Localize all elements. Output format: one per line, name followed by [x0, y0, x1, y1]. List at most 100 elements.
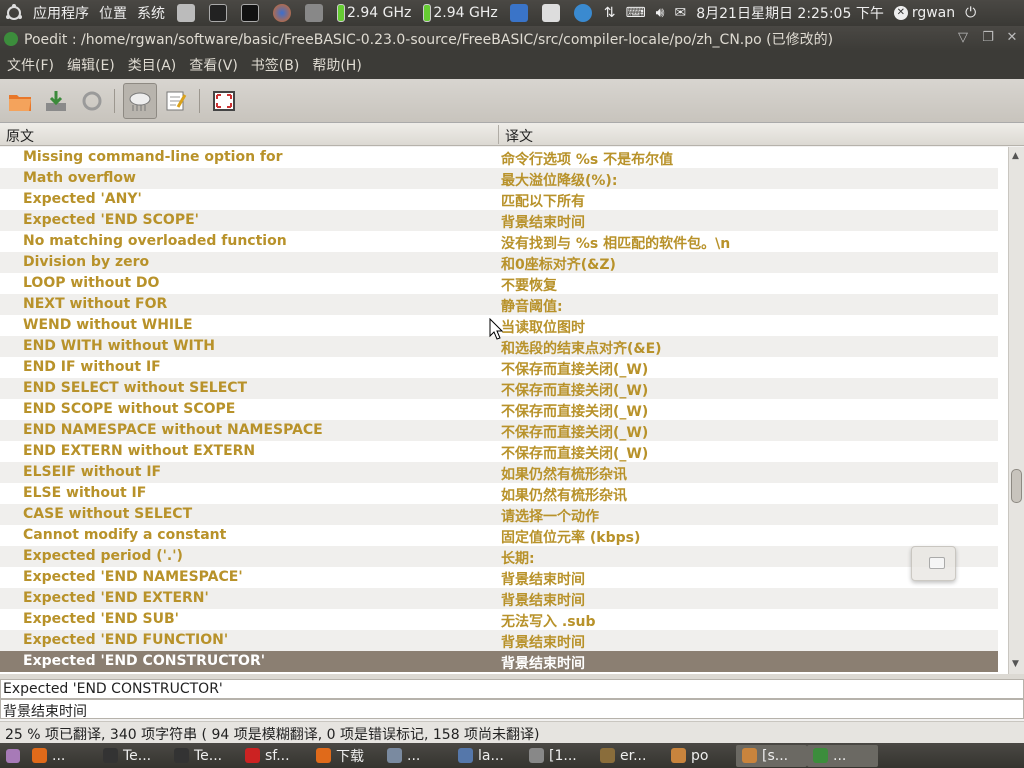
table-row[interactable]: ELSEIF without IF 如果仍然有梳形杂讯: [0, 462, 998, 483]
menu-view[interactable]: 查看(V): [182, 55, 244, 75]
fullscreen-button[interactable]: [208, 85, 240, 117]
source-string: END IF without IF: [23, 359, 161, 375]
source-string: ELSE without IF: [23, 485, 147, 501]
table-row[interactable]: END IF without IF 不保存而直接关闭(_W): [0, 357, 998, 378]
source-string: END SCOPE without SCOPE: [23, 401, 236, 417]
table-row[interactable]: LOOP without DO 不要恢复: [0, 273, 998, 294]
save-button[interactable]: [40, 85, 72, 117]
table-row[interactable]: Expected 'END SCOPE' 背景结束时间: [0, 210, 998, 231]
network-arrows-icon[interactable]: ⇅: [599, 0, 621, 26]
power-icon[interactable]: ⏻: [960, 0, 981, 26]
terminal-launcher-icon[interactable]: [202, 0, 234, 26]
translation-string: 最大溢位降级(%):: [501, 173, 618, 189]
cpu-freq-2: 2.94 GHz: [416, 0, 502, 26]
window-titlebar[interactable]: Poedit : /home/rgwan/software/basic/Free…: [0, 26, 1024, 51]
source-string: Expected 'END FUNCTION': [23, 632, 229, 648]
scroll-thumb[interactable]: [1011, 469, 1022, 503]
table-row[interactable]: Expected 'END FUNCTION' 背景结束时间: [0, 630, 998, 651]
table-row[interactable]: Expected 'END SUB' 无法写入 .sub: [0, 609, 998, 630]
taskbar-item[interactable]: ...: [26, 745, 97, 767]
mail-icon[interactable]: ✉: [670, 0, 692, 26]
table-row[interactable]: END SCOPE without SCOPE 不保存而直接关闭(_W): [0, 399, 998, 420]
table-row[interactable]: No matching overloaded function 没有找到与 %s …: [0, 231, 998, 252]
table-row[interactable]: Cannot modify a constant 固定值位元率 (kbps): [0, 525, 998, 546]
menu-applications[interactable]: 应用程序: [28, 0, 94, 26]
open-button[interactable]: [4, 85, 36, 117]
table-row[interactable]: Math overflow 最大溢位降级(%):: [0, 168, 998, 189]
taskbar-item[interactable]: 下载: [310, 745, 381, 767]
table-row[interactable]: Division by zero 和0座标对齐(&Z): [0, 252, 998, 273]
user-menu[interactable]: ✕ rgwan: [889, 0, 960, 26]
edit-note-icon: [166, 91, 187, 111]
taskbar-item[interactable]: Te...: [97, 745, 168, 767]
screenshot-launcher-icon[interactable]: [170, 0, 202, 26]
table-row[interactable]: Expected 'END CONSTRUCTOR' 背景结束时间: [0, 651, 998, 672]
menu-system[interactable]: 系统: [132, 0, 170, 26]
network-launcher-icon[interactable]: [298, 0, 330, 26]
menu-file[interactable]: 文件(F): [0, 55, 60, 75]
floating-keyboard-widget[interactable]: [911, 546, 956, 581]
taskbar-item[interactable]: Te...: [168, 745, 239, 767]
taskbar-item[interactable]: po: [665, 745, 736, 767]
monitor-launcher-icon[interactable]: [234, 0, 266, 26]
table-row[interactable]: NEXT without FOR 静音阈值:: [0, 294, 998, 315]
table-row[interactable]: Expected period ('.') 长期:: [0, 546, 998, 567]
maximize-button[interactable]: ❐: [980, 30, 996, 46]
keyboard-icon: [929, 557, 945, 569]
scroll-down-arrow-icon[interactable]: ▼: [1012, 659, 1019, 669]
source-text-box: Expected 'END CONSTRUCTOR': [0, 679, 1024, 699]
volume-icon[interactable]: 🔊︎: [651, 0, 670, 26]
source-string: END EXTERN without EXTERN: [23, 443, 256, 459]
table-row[interactable]: END EXTERN without EXTERN 不保存而直接关闭(_W): [0, 441, 998, 462]
taskbar-item-label: [1...: [549, 747, 577, 764]
translation-list[interactable]: Missing command-line option for 命令行选项 %s …: [0, 147, 1008, 674]
folder-open-icon: [9, 95, 31, 111]
table-row[interactable]: Expected 'END NAMESPACE' 背景结束时间: [0, 567, 998, 588]
list-scrollbar[interactable]: ▲ ▼: [1008, 147, 1024, 674]
table-row[interactable]: Missing command-line option for 命令行选项 %s …: [0, 147, 998, 168]
terminal-icon: [174, 748, 189, 763]
table-row[interactable]: Expected 'ANY' 匹配以下所有: [0, 189, 998, 210]
taskbar-item[interactable]: la...: [452, 745, 523, 767]
notes-icon[interactable]: [535, 0, 567, 26]
column-source-header[interactable]: 原文: [6, 126, 34, 146]
source-string: No matching overloaded function: [23, 233, 287, 249]
fuzzy-toggle-button[interactable]: [123, 83, 157, 119]
keyboard-icon[interactable]: ⌨: [620, 0, 650, 26]
close-button[interactable]: ✕: [1004, 30, 1020, 46]
taskbar-item[interactable]: [s...: [736, 744, 807, 767]
table-row[interactable]: END SELECT without SELECT 不保存而直接关闭(_W): [0, 378, 998, 399]
taskbar-item[interactable]: ...: [381, 745, 452, 767]
clock[interactable]: 8月21日星期日 2:25:05 下午: [691, 0, 889, 26]
table-row[interactable]: Expected 'END EXTERN' 背景结束时间: [0, 588, 998, 609]
ubuntu-logo-icon[interactable]: [0, 0, 28, 26]
minimize-button[interactable]: ▽: [955, 30, 971, 46]
update-button[interactable]: [76, 85, 108, 117]
menu-edit[interactable]: 编辑(E): [60, 55, 121, 75]
taskbar-item-label: ...: [52, 747, 66, 764]
comment-button[interactable]: [160, 85, 192, 117]
poedit-icon: [813, 748, 828, 763]
translation-string: 没有找到与 %s 相匹配的软件包。\n: [501, 236, 731, 252]
menu-catalog[interactable]: 类目(A): [121, 55, 183, 75]
table-row[interactable]: ELSE without IF 如果仍然有梳形杂讯: [0, 483, 998, 504]
column-translation-header[interactable]: 译文: [505, 126, 533, 146]
taskbar-item[interactable]: er...: [594, 745, 665, 767]
table-row[interactable]: CASE without SELECT 请选择一个动作: [0, 504, 998, 525]
translation-text-input[interactable]: 背景结束时间: [0, 699, 1024, 720]
globe-icon[interactable]: [567, 0, 599, 26]
scroll-up-arrow-icon[interactable]: ▲: [1012, 151, 1019, 161]
show-desktop-button[interactable]: [0, 745, 26, 767]
source-string: ELSEIF without IF: [23, 464, 162, 480]
column-divider[interactable]: [498, 125, 499, 144]
table-row[interactable]: END NAMESPACE without NAMESPACE 不保存而直接关闭(…: [0, 420, 998, 441]
taskbar-item[interactable]: ...: [807, 744, 878, 767]
firefox-launcher-icon[interactable]: [266, 0, 298, 26]
taskbar-item[interactable]: sf...: [239, 745, 310, 767]
translation-string: 如果仍然有梳形杂讯: [501, 488, 627, 504]
menu-bookmarks[interactable]: 书签(B): [244, 55, 306, 75]
taskbar-item[interactable]: [1...: [523, 745, 594, 767]
menu-places[interactable]: 位置: [94, 0, 132, 26]
menu-help[interactable]: 帮助(H): [305, 55, 367, 75]
app-icon[interactable]: [503, 0, 535, 26]
